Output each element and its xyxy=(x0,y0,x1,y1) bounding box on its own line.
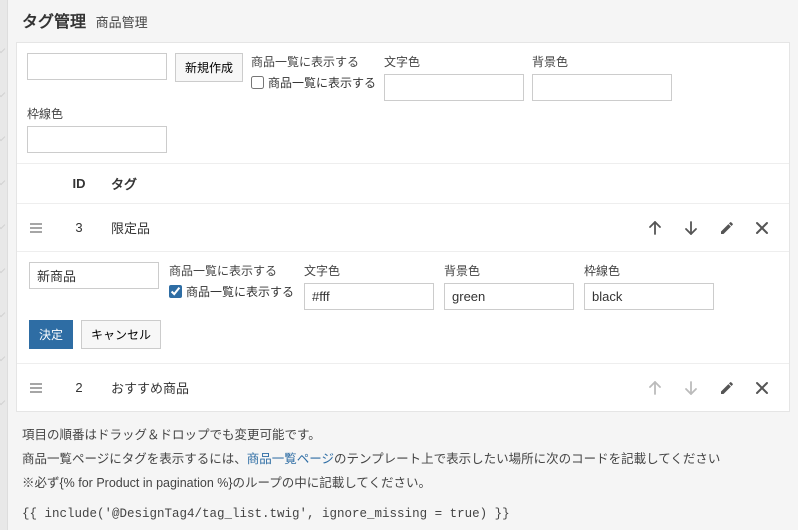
sidebar-gutter xyxy=(0,0,8,530)
row-name: 限定品 xyxy=(99,218,607,237)
page-header: タグ管理 商品管理 xyxy=(8,0,798,42)
new-tag-form: 新規作成 商品一覧に表示する 商品一覧に表示する 文字色 背景色 xyxy=(17,43,789,105)
page-subtitle: 商品管理 xyxy=(96,12,148,31)
delete-icon[interactable] xyxy=(755,380,769,396)
note-line-3: ※必ず{% for Product in pagination %}のループの中… xyxy=(22,472,784,496)
move-down-icon[interactable] xyxy=(683,220,699,236)
drag-handle-icon[interactable] xyxy=(29,221,59,235)
move-up-icon[interactable] xyxy=(647,380,663,396)
submit-button[interactable]: 決定 xyxy=(29,320,73,349)
edit-icon[interactable] xyxy=(719,220,735,236)
show-in-list-label: 商品一覧に表示する xyxy=(251,53,376,70)
bg-color-label: 背景色 xyxy=(532,53,672,70)
text-color-input[interactable] xyxy=(384,74,524,101)
show-in-list-checkbox[interactable] xyxy=(251,76,264,89)
new-tag-create-button[interactable]: 新規作成 xyxy=(175,53,243,82)
edit-border-color-input[interactable] xyxy=(584,283,714,310)
row-id: 3 xyxy=(59,220,99,235)
edit-icon[interactable] xyxy=(719,380,735,396)
page-title: タグ管理 xyxy=(22,8,86,32)
row-name: おすすめ商品 xyxy=(99,378,607,397)
col-header-tag: タグ xyxy=(99,174,607,193)
table-row: 3 限定品 xyxy=(17,203,789,251)
edit-bg-color-input[interactable] xyxy=(444,283,574,310)
show-in-list-checkbox-wrap[interactable]: 商品一覧に表示する xyxy=(251,74,376,91)
edit-bg-color-label: 背景色 xyxy=(444,262,574,279)
edit-show-in-list-checkbox-label: 商品一覧に表示する xyxy=(186,283,294,300)
show-in-list-checkbox-label: 商品一覧に表示する xyxy=(268,74,376,91)
table-row: 2 おすすめ商品 xyxy=(17,363,789,411)
edit-show-in-list-label: 商品一覧に表示する xyxy=(169,262,294,279)
edit-text-color-input[interactable] xyxy=(304,283,434,310)
note-line-1: 項目の順番はドラッグ＆ドロップでも変更可能です。 xyxy=(22,424,784,448)
edit-text-color-label: 文字色 xyxy=(304,262,434,279)
edit-border-color-label: 枠線色 xyxy=(584,262,714,279)
new-tag-name-input[interactable] xyxy=(27,53,167,80)
drag-handle-icon[interactable] xyxy=(29,381,59,395)
move-up-icon[interactable] xyxy=(647,220,663,236)
col-header-id: ID xyxy=(59,176,99,191)
note-line-2a: 商品一覧ページにタグを表示するには、 xyxy=(22,452,247,466)
bg-color-input[interactable] xyxy=(532,74,672,101)
move-down-icon[interactable] xyxy=(683,380,699,396)
table-header: ID タグ xyxy=(17,163,789,203)
edit-name-input[interactable] xyxy=(29,262,159,289)
border-color-label: 枠線色 xyxy=(27,105,167,122)
border-color-input[interactable] xyxy=(27,126,167,153)
help-notes: 項目の順番はドラッグ＆ドロップでも変更可能です。 商品一覧ページにタグを表示する… xyxy=(8,412,798,530)
edit-show-in-list-checkbox[interactable] xyxy=(169,285,182,298)
product-list-page-link[interactable]: 商品一覧ページ xyxy=(247,452,334,466)
include-code-snippet: {{ include('@DesignTag4/tag_list.twig', … xyxy=(22,503,784,527)
delete-icon[interactable] xyxy=(755,220,769,236)
cancel-button[interactable]: キャンセル xyxy=(81,320,161,349)
edit-show-in-list-checkbox-wrap[interactable]: 商品一覧に表示する xyxy=(169,283,294,300)
note-line-2b: のテンプレート上で表示したい場所に次のコードを記載してください xyxy=(334,452,720,466)
edit-row: 商品一覧に表示する 商品一覧に表示する 文字色 背景色 xyxy=(17,251,789,363)
row-id: 2 xyxy=(59,380,99,395)
text-color-label: 文字色 xyxy=(384,53,524,70)
